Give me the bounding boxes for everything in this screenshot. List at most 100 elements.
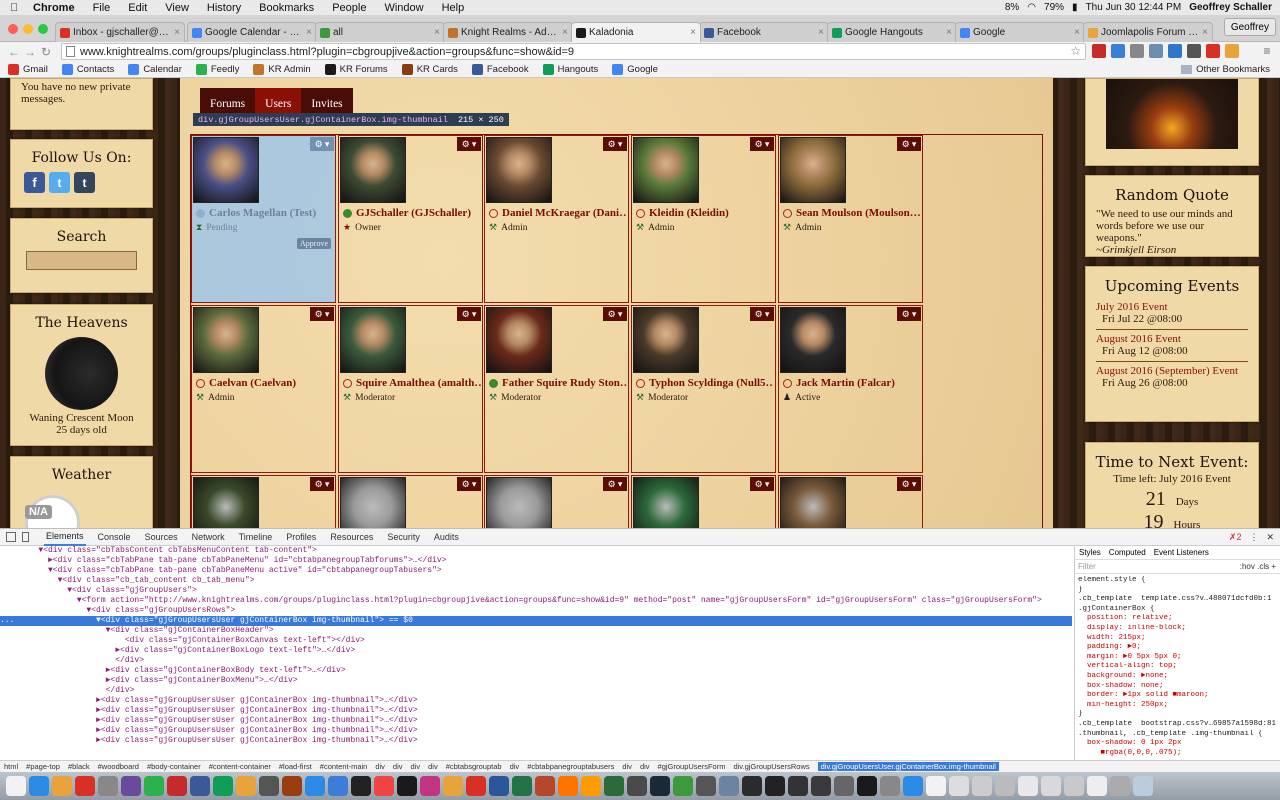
breadcrumb-item[interactable]: #page-top	[26, 762, 60, 771]
breadcrumb-item[interactable]: div	[622, 762, 632, 771]
user-menu-gear-icon[interactable]: ⚙ ▾	[897, 477, 921, 491]
bookmark-item[interactable]: KR Cards	[401, 63, 458, 75]
bookmark-item[interactable]: Google	[612, 63, 658, 75]
user-card[interactable]: ⚙ ▾ Father Squire Rudy Ston… ⚒ Moderator	[484, 305, 629, 473]
dock-app-icon[interactable]	[742, 776, 762, 796]
user-avatar[interactable]	[340, 477, 406, 528]
user-card[interactable]: ⚙ ▾	[631, 475, 776, 528]
user-avatar[interactable]	[486, 307, 552, 373]
browser-tab[interactable]: Facebook ×	[699, 22, 829, 42]
user-menu-gear-icon[interactable]: ⚙ ▾	[310, 307, 334, 321]
bookmark-item[interactable]: KR Forums	[324, 63, 388, 75]
dock-app-icon[interactable]	[190, 776, 210, 796]
user-card[interactable]: ⚙ ▾ Typhon Scyldinga (Null5… ⚒ Moderator	[631, 305, 776, 473]
dom-node-line[interactable]: </div>	[0, 656, 1072, 666]
browser-tab[interactable]: Google Calendar - Month×	[187, 22, 317, 42]
user-name[interactable]: Caelvan (Caelvan)	[196, 377, 334, 389]
breadcrumb-item[interactable]: #body-container	[147, 762, 201, 771]
breadcrumb-item[interactable]: #content-container	[209, 762, 271, 771]
search-input[interactable]	[26, 251, 137, 270]
bookmark-label[interactable]: KR Forums	[340, 64, 388, 75]
css-rule-line[interactable]: padding: ►0;	[1078, 643, 1277, 653]
event-name[interactable]: August 2016 Event	[1096, 333, 1248, 345]
css-rule-line[interactable]: min-height: 250px;	[1078, 701, 1277, 711]
dom-node-line[interactable]: ►<div class="gjGroupUsersUser gjContaine…	[0, 726, 1072, 736]
breadcrumb-item[interactable]: html	[4, 762, 18, 771]
dock-app-icon[interactable]	[627, 776, 647, 796]
tumblr-icon[interactable]: t	[74, 172, 95, 193]
extension-lastpass-icon[interactable]	[1092, 44, 1106, 58]
css-rule-line[interactable]: .cb_template template.css?v…488071dcfd0b…	[1078, 595, 1277, 605]
devtools-tab[interactable]: Elements	[44, 529, 86, 546]
dom-node-line[interactable]: ►<div class="cbTabPane tab-pane cbTabPan…	[0, 556, 1072, 566]
dock-app-icon[interactable]	[305, 776, 325, 796]
extension-wordpress-icon[interactable]	[1130, 44, 1144, 58]
user-avatar[interactable]	[780, 307, 846, 373]
volume-level[interactable]: 8%	[1005, 2, 1019, 13]
elements-tree[interactable]: ▼<div class="cbTabsContent cbTabsMenuCon…	[0, 546, 1072, 744]
dom-node-line[interactable]: </div>	[0, 686, 1072, 696]
bookmark-label[interactable]: Google	[627, 64, 658, 75]
devtools-tab[interactable]: Network	[190, 529, 227, 546]
extension-download-icon[interactable]	[1168, 44, 1182, 58]
devtools-close-icon[interactable]: ✕	[1266, 532, 1274, 543]
dock-app-icon[interactable]	[719, 776, 739, 796]
bookmark-star-icon[interactable]: ☆	[1070, 44, 1081, 58]
css-rule-line[interactable]: }	[1078, 586, 1277, 596]
dom-node-line[interactable]: ▼<form action="http://www.knightrealms.c…	[0, 596, 1072, 606]
user-name-text[interactable]: Jack Martin (Falcar)	[796, 377, 895, 389]
bookmark-item[interactable]: Feedly	[195, 63, 240, 75]
breadcrumb-item[interactable]: #load-first	[279, 762, 312, 771]
twitter-icon[interactable]: t	[49, 172, 70, 193]
user-card[interactable]: ⚙ ▾ Carlos Magellan (Test) ⧗ Pending Approve	[191, 135, 336, 303]
dock-app-icon[interactable]	[1041, 776, 1061, 796]
css-rule-line[interactable]: box-shadow: none;	[1078, 682, 1277, 692]
devtools-tab[interactable]: Profiles	[284, 529, 318, 546]
dock-app-icon[interactable]	[259, 776, 279, 796]
menu-help[interactable]: Help	[442, 2, 465, 14]
css-rule-line[interactable]: box-shadow: 0 1px 2px	[1078, 739, 1277, 749]
user-card[interactable]: ⚙ ▾	[338, 475, 483, 528]
tab-users[interactable]: Users	[255, 88, 302, 114]
breadcrumb-item[interactable]: div	[510, 762, 520, 771]
dock-app-icon[interactable]	[788, 776, 808, 796]
menu-people[interactable]: People	[332, 2, 366, 14]
user-name[interactable]: Typhon Scyldinga (Null5…	[636, 377, 774, 389]
event-item[interactable]: July 2016 Event Fri Jul 22 @08:00	[1096, 301, 1248, 330]
user-card[interactable]: ⚙ ▾ Kleidin (Kleidin) ⚒ Admin	[631, 135, 776, 303]
dock-app-icon[interactable]	[351, 776, 371, 796]
tab-close-icon[interactable]: ×	[1074, 27, 1080, 38]
dock-app-icon[interactable]	[489, 776, 509, 796]
user-menu-gear-icon[interactable]: ⚙ ▾	[603, 307, 627, 321]
menu-view[interactable]: View	[165, 2, 189, 14]
battery-icon[interactable]: ▮	[1072, 2, 1078, 13]
user-name-text[interactable]: GJSchaller (GJSchaller)	[356, 207, 471, 219]
dom-node-line[interactable]: ▼<div class="cbTabsContent cbTabsMenuCon…	[0, 546, 1072, 556]
user-name-text[interactable]: Sean Moulson (Moulson…	[796, 207, 921, 219]
dock-app-icon[interactable]	[29, 776, 49, 796]
breadcrumb-item[interactable]: #black	[68, 762, 90, 771]
dock-app-icon[interactable]	[880, 776, 900, 796]
menu-clock[interactable]: Thu Jun 30 12:44 PM	[1086, 2, 1182, 13]
user-name-text[interactable]: Typhon Scyldinga (Null5…	[649, 377, 774, 389]
dom-node-line[interactable]: ▼<div class="cb_tab_content cb_tab_menu"…	[0, 576, 1072, 586]
dock-app-icon[interactable]	[696, 776, 716, 796]
facebook-icon[interactable]: f	[24, 172, 45, 193]
devtools-tab[interactable]: Sources	[143, 529, 180, 546]
dock-app-icon[interactable]	[282, 776, 302, 796]
dock-app-icon[interactable]	[328, 776, 348, 796]
user-name[interactable]: Father Squire Rudy Ston…	[489, 377, 627, 389]
user-card[interactable]: ⚙ ▾	[484, 475, 629, 528]
bookmark-item[interactable]: Facebook	[471, 63, 529, 75]
user-card[interactable]: ⚙ ▾ Sean Moulson (Moulson… ⚒ Admin	[778, 135, 923, 303]
devtools-tab[interactable]: Timeline	[237, 529, 275, 546]
chrome-menu-icon[interactable]: ≡	[1260, 44, 1274, 58]
bookmark-label[interactable]: Feedly	[211, 64, 240, 75]
dom-node-line[interactable]: ►<div class="gjGroupUsersUser gjContaine…	[0, 706, 1072, 716]
menu-user[interactable]: Geoffrey Schaller	[1189, 2, 1272, 13]
user-name[interactable]: GJSchaller (GJSchaller)	[343, 207, 481, 219]
extension-puzzle-icon[interactable]	[1149, 44, 1163, 58]
user-name[interactable]: Sean Moulson (Moulson…	[783, 207, 921, 219]
user-avatar[interactable]	[340, 307, 406, 373]
tab-title[interactable]: Facebook	[717, 27, 815, 38]
